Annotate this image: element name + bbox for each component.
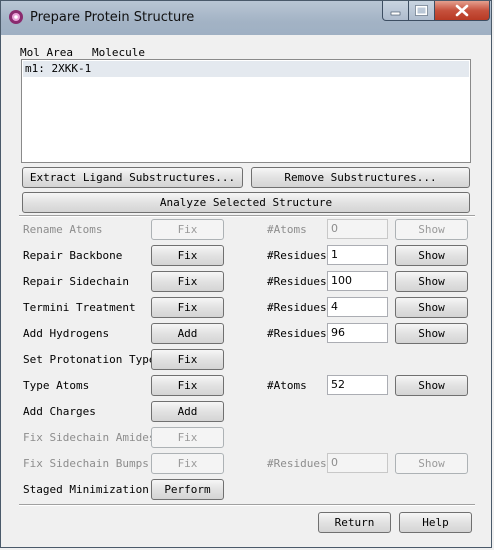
add-hydrogens-label: Add Hydrogens <box>23 327 110 340</box>
repair-sidechain-label: Repair Sidechain <box>23 275 129 288</box>
close-button[interactable] <box>434 1 490 21</box>
termini-treatment-fix-button[interactable]: Fix <box>151 297 224 318</box>
separator <box>19 215 475 217</box>
close-icon <box>455 4 469 17</box>
repair-backbone-count-field[interactable]: 1 <box>327 245 388 265</box>
molecule-header: Molecule <box>92 46 145 59</box>
minimize-icon <box>390 11 401 16</box>
maximize-button[interactable] <box>408 1 435 21</box>
staged-minimization-label: Staged Minimization <box>23 483 149 496</box>
analyze-structure-button[interactable]: Analyze Selected Structure <box>22 192 470 213</box>
rename-atoms-count-label: #Atoms <box>267 223 307 236</box>
type-atoms-count-field[interactable]: 52 <box>327 375 388 395</box>
repair-sidechain-count-field[interactable]: 100 <box>327 271 388 291</box>
rename-atoms-show-button[interactable]: Show <box>395 219 468 240</box>
repair-sidechain-count-label: #Residues <box>267 275 327 288</box>
termini-treatment-label: Termini Treatment <box>23 301 136 314</box>
molecule-list[interactable]: m1: 2XKK-1 <box>21 59 471 163</box>
remove-substructures-button[interactable]: Remove Substructures... <box>251 167 470 188</box>
termini-treatment-count-label: #Residues <box>267 301 327 314</box>
extract-ligand-button[interactable]: Extract Ligand Substructures... <box>22 167 243 188</box>
fix-sidechain-bumps-count-label: #Residues <box>267 457 327 470</box>
add-hydrogens-count-label: #Residues <box>267 327 327 340</box>
title-bar[interactable]: Prepare Protein Structure <box>1 1 491 35</box>
fix-sidechain-bumps-count-field[interactable]: 0 <box>327 453 388 473</box>
termini-treatment-show-button[interactable]: Show <box>395 297 468 318</box>
minimize-button[interactable] <box>382 1 409 21</box>
rename-atoms-label: Rename Atoms <box>23 223 103 236</box>
repair-sidechain-show-button[interactable]: Show <box>395 271 468 292</box>
fix-sidechain-amides-label: Fix Sidechain Amides <box>23 431 156 444</box>
mol-area-header: Mol Area <box>20 46 73 59</box>
prepare-protein-window: Prepare Protein Structure Mol Area Molec… <box>0 0 492 548</box>
staged-minimization-perform-button[interactable]: Perform <box>151 479 224 500</box>
repair-backbone-fix-button[interactable]: Fix <box>151 245 224 266</box>
type-atoms-count-label: #Atoms <box>267 379 307 392</box>
set-protonation-label: Set Protonation Type <box>23 353 156 366</box>
set-protonation-fix-button[interactable]: Fix <box>151 349 224 370</box>
termini-treatment-count-field[interactable]: 4 <box>327 297 388 317</box>
list-item[interactable]: m1: 2XKK-1 <box>23 61 469 77</box>
add-hydrogens-add-button[interactable]: Add <box>151 323 224 344</box>
return-button[interactable]: Return <box>318 512 391 533</box>
rename-atoms-count-field[interactable]: 0 <box>327 219 388 239</box>
maximize-icon <box>415 5 428 16</box>
fix-sidechain-amides-fix-button[interactable]: Fix <box>151 427 224 448</box>
add-hydrogens-show-button[interactable]: Show <box>395 323 468 344</box>
fix-sidechain-bumps-show-button[interactable]: Show <box>395 453 468 474</box>
repair-backbone-count-label: #Residues <box>267 249 327 262</box>
repair-backbone-label: Repair Backbone <box>23 249 123 262</box>
type-atoms-show-button[interactable]: Show <box>395 375 468 396</box>
add-charges-label: Add Charges <box>23 405 96 418</box>
add-charges-add-button[interactable]: Add <box>151 401 224 422</box>
type-atoms-label: Type Atoms <box>23 379 90 392</box>
separator <box>19 504 475 506</box>
app-logo-icon <box>9 10 23 24</box>
fix-sidechain-bumps-label: Fix Sidechain Bumps <box>23 457 149 470</box>
help-button[interactable]: Help <box>399 512 472 533</box>
fix-sidechain-bumps-fix-button[interactable]: Fix <box>151 453 224 474</box>
add-hydrogens-count-field[interactable]: 96 <box>327 323 388 343</box>
repair-sidechain-fix-button[interactable]: Fix <box>151 271 224 292</box>
repair-backbone-show-button[interactable]: Show <box>395 245 468 266</box>
type-atoms-fix-button[interactable]: Fix <box>151 375 224 396</box>
window-title: Prepare Protein Structure <box>30 10 195 25</box>
rename-atoms-fix-button[interactable]: Fix <box>151 219 224 240</box>
